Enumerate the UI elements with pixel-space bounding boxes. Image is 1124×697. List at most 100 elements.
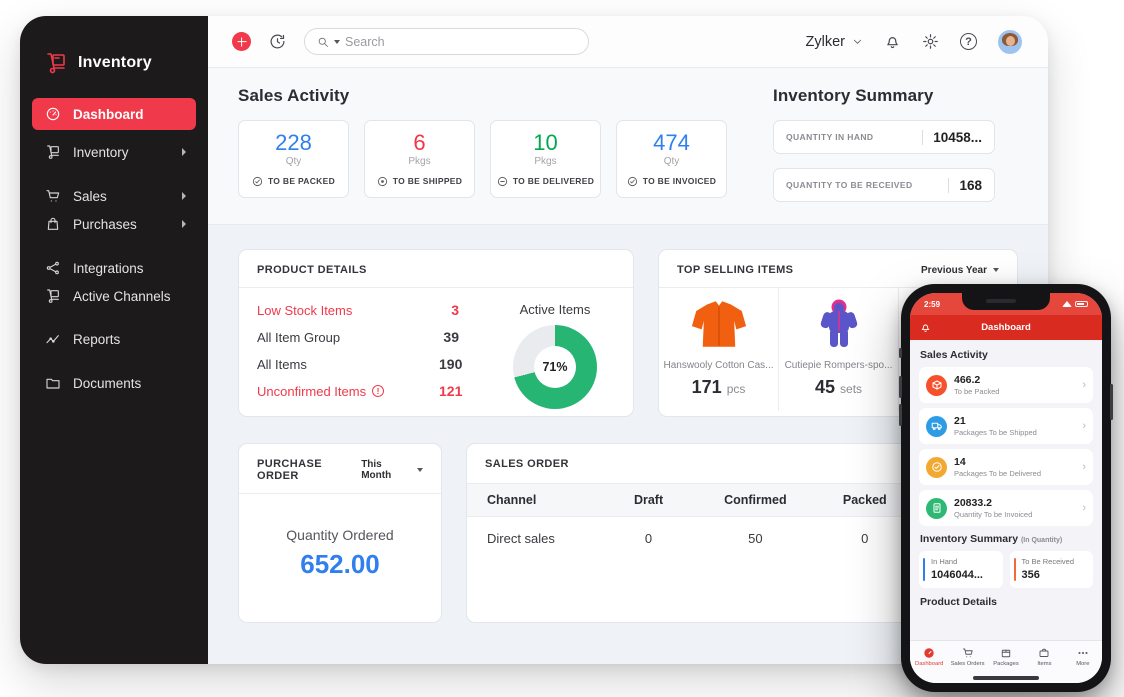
card-value: 10 — [533, 129, 558, 155]
purchase-order-title: PURCHASE ORDER — [257, 458, 322, 482]
low-stock-items-row[interactable]: Low Stock Items 3 — [257, 302, 485, 318]
dashboard-icon — [46, 107, 60, 121]
card-unit: Qty — [663, 155, 680, 167]
help-icon[interactable]: ? — [960, 33, 977, 50]
sales-order-title: SALES ORDER — [485, 458, 569, 470]
nav-label: Packages — [993, 661, 1019, 667]
all-items-row[interactable]: All Items 190 — [257, 356, 485, 372]
row-label: Quantity To be Invoiced — [954, 510, 1033, 519]
user-avatar[interactable] — [998, 29, 1022, 54]
sidebar-item-purchases[interactable]: Purchases — [32, 210, 196, 238]
product-name: Hanswooly Cotton Cas... — [663, 360, 774, 371]
sidebar-item-sales[interactable]: Sales — [32, 182, 196, 210]
top-selling-item[interactable]: Cutiepie Rompers-spo... 45 sets — [779, 288, 899, 411]
col-draft[interactable]: Draft — [600, 483, 697, 517]
phone-nav-dashboard[interactable]: Dashboard — [910, 641, 948, 673]
phone-nav-more[interactable]: More — [1064, 641, 1102, 673]
all-item-group-row[interactable]: All Item Group 39 — [257, 329, 485, 345]
phone-nav-packages[interactable]: Packages — [987, 641, 1025, 673]
to-be-invoiced-card[interactable]: 474 Qty TO BE INVOICED — [616, 120, 727, 198]
inventory-summary-section: Inventory Summary QUANTITY IN HAND 10458… — [773, 86, 995, 202]
phone-nav-sales-orders[interactable]: Sales Orders — [948, 641, 986, 673]
row-label: Unconfirmed Items — [257, 383, 367, 399]
chevron-down-icon — [853, 39, 862, 44]
sidebar-item-inventory[interactable]: Inventory — [32, 138, 196, 166]
org-name: Zylker — [805, 33, 845, 50]
card-value: 474 — [653, 129, 690, 155]
to-be-delivered-card[interactable]: 10 Pkgs TO BE DELIVERED — [490, 120, 601, 198]
app-window: Inventory Dashboard Inventory Sales Purc… — [20, 16, 1048, 664]
settings-gear-icon[interactable] — [922, 33, 939, 50]
org-switcher[interactable]: Zylker — [806, 34, 863, 50]
phone-row-to-be-invoiced[interactable]: 20833.2 Quantity To be Invoiced › — [919, 490, 1093, 526]
sidebar-item-integrations[interactable]: Integrations — [32, 254, 196, 282]
row-label: Low Stock Items — [257, 302, 353, 318]
target-circle-icon — [377, 176, 387, 186]
minus-circle-icon — [497, 176, 507, 186]
cell-channel: Direct sales — [487, 531, 555, 546]
notifications-bell-icon[interactable] — [884, 33, 901, 50]
range-dropdown[interactable]: This Month — [361, 459, 423, 481]
donut-percent: 71% — [542, 360, 568, 374]
summary-value: 168 — [948, 177, 982, 193]
integrations-icon — [46, 261, 59, 275]
phone-to-be-received-card[interactable]: To Be Received 356 — [1009, 551, 1093, 588]
phone-nav-items[interactable]: Items — [1025, 641, 1063, 673]
nav-label: Sales Orders — [950, 661, 985, 667]
card-label: In Hand — [931, 557, 958, 566]
quantity-to-be-received-row[interactable]: QUANTITY TO BE RECEIVED 168 — [773, 168, 995, 202]
phone-row-to-be-shipped[interactable]: 21 Packages To be Shipped › — [919, 408, 1093, 444]
topbar-right: Zylker ? — [806, 29, 1022, 54]
sidebar-item-reports[interactable]: Reports — [32, 325, 196, 353]
top-selling-item[interactable]: Hanswooly Cotton Cas... 171 pcs — [659, 288, 779, 411]
summary-value: 10458... — [922, 129, 982, 145]
quick-create-button[interactable] — [232, 32, 251, 51]
col-channel[interactable]: Channel — [467, 483, 601, 517]
recent-history-icon[interactable] — [269, 33, 286, 50]
range-dropdown[interactable]: Previous Year — [921, 265, 999, 276]
to-be-shipped-card[interactable]: 6 Pkgs TO BE SHIPPED — [364, 120, 475, 198]
package-icon — [926, 374, 947, 396]
quantity-in-hand-row[interactable]: QUANTITY IN HAND 10458... — [773, 120, 995, 154]
phone-app-header: Dashboard — [910, 315, 1102, 340]
sales-activity-cards: 228 Qty TO BE PACKED 6 Pkgs TO BE SHIPPE… — [238, 120, 727, 198]
chevron-right-icon: › — [1082, 460, 1086, 473]
inventory-logo-icon — [47, 53, 65, 74]
sidebar-item-label: Integrations — [73, 260, 144, 276]
bell-icon[interactable] — [920, 322, 931, 333]
product-image-romper — [811, 296, 867, 352]
range-label: Previous Year — [921, 264, 987, 276]
briefcase-icon — [1039, 648, 1049, 657]
phone-inventory-summary-subtitle: (In Quantity) — [1020, 537, 1063, 544]
summary-label: QUANTITY IN HAND — [786, 132, 874, 142]
check-circle-icon — [252, 176, 263, 186]
sidebar-item-dashboard[interactable]: Dashboard — [32, 98, 196, 130]
info-alert-icon[interactable] — [372, 385, 385, 397]
col-confirmed[interactable]: Confirmed — [696, 483, 815, 517]
sidebar-item-active-channels[interactable]: Active Channels — [32, 282, 196, 310]
card-label: TO BE PACKED — [267, 176, 336, 186]
row-label: To be Packed — [954, 387, 1000, 396]
sidebar-item-documents[interactable]: Documents — [32, 369, 196, 397]
phone-volume-down-button — [899, 404, 902, 426]
phone-row-to-be-packed[interactable]: 466.2 To be Packed › — [919, 367, 1093, 403]
unconfirmed-items-row[interactable]: Unconfirmed Items 121 — [257, 383, 485, 399]
active-items-donut-chart[interactable]: 71% — [513, 325, 597, 409]
to-be-packed-card[interactable]: 228 Qty TO BE PACKED — [238, 120, 349, 198]
search-bar[interactable] — [304, 28, 589, 55]
top-selling-title: TOP SELLING ITEMS — [677, 264, 794, 276]
phone-notch — [962, 293, 1050, 310]
range-label: This Month — [361, 459, 392, 481]
phone-row-to-be-delivered[interactable]: 14 Packages To be Delivered › — [919, 449, 1093, 485]
row-value: 14 — [954, 456, 966, 468]
reports-icon — [46, 335, 59, 344]
product-qty: 171 — [691, 377, 722, 397]
search-icon — [318, 37, 328, 47]
row-value: 21 — [954, 415, 966, 427]
phone-in-hand-card[interactable]: In Hand 1046044... — [919, 551, 1003, 588]
product-unit: pcs — [726, 382, 746, 396]
search-input[interactable] — [345, 34, 576, 49]
product-name: Cutiepie Rompers-spo... — [784, 360, 893, 371]
sidebar-item-label: Active Channels — [73, 288, 171, 304]
search-scope-caret-icon[interactable] — [334, 39, 340, 44]
